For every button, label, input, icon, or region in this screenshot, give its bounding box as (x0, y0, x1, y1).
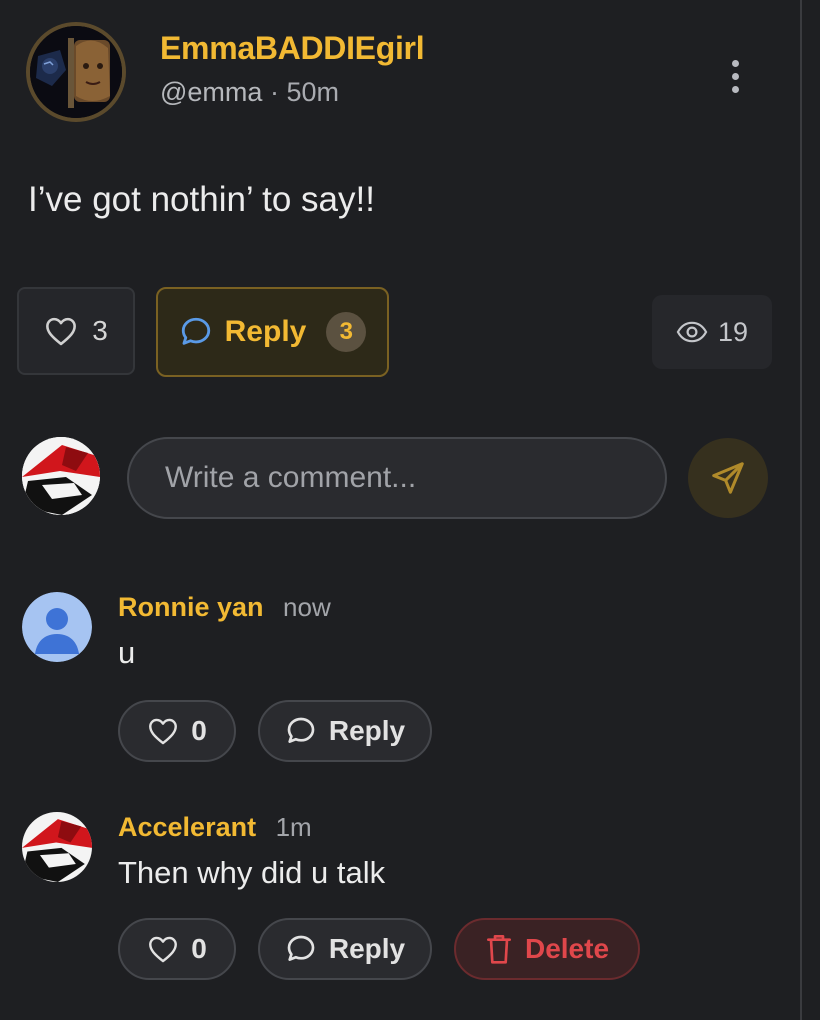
comment-time: now (283, 592, 331, 622)
like-count: 3 (92, 315, 108, 346)
chat-bubble-icon (181, 317, 210, 345)
comment-input[interactable] (127, 437, 667, 519)
comment-delete-button[interactable]: Delete (454, 918, 640, 980)
comment-text: Then why did u talk (118, 855, 386, 890)
comment-delete-label: Delete (524, 933, 610, 964)
post-text: I’ve got nothin’ to say!! (28, 180, 375, 219)
views-count: 19 (717, 316, 749, 347)
comment-like-count: 0 (191, 715, 207, 746)
comment-composer (22, 437, 772, 519)
current-user-avatar[interactable] (22, 437, 100, 515)
commenter-name[interactable]: Accelerant (118, 812, 256, 842)
like-button[interactable]: 3 (17, 287, 135, 375)
default-user-avatar (22, 592, 92, 662)
comment-actions: 0 Reply (118, 700, 432, 762)
meta-separator: · (269, 77, 279, 107)
comment-like-button[interactable]: 0 (118, 918, 236, 980)
trash-icon (486, 935, 511, 964)
author-avatar[interactable] (26, 22, 126, 122)
more-vertical-icon[interactable] (728, 60, 742, 93)
send-button[interactable] (688, 438, 768, 518)
heart-icon (46, 317, 77, 346)
comment-like-count: 0 (191, 933, 207, 964)
author-block: EmmaBADDIEgirl @emma · 50m (160, 30, 425, 108)
comment-reply-button[interactable]: Reply (258, 700, 432, 762)
eye-icon (676, 321, 708, 343)
views-counter: 19 (652, 295, 772, 369)
comment-reply-label: Reply (328, 933, 406, 964)
post-header: EmmaBADDIEgirl @emma · 50m (26, 22, 425, 122)
comment-reply-label: Reply (328, 715, 406, 746)
comment-actions: 0 Reply Delete (118, 918, 640, 980)
comment-body: Ronnie yan now u (118, 592, 331, 671)
reply-label: Reply (224, 315, 307, 348)
comment-time: 1m (275, 812, 312, 842)
chat-bubble-icon (287, 935, 315, 961)
chat-bubble-icon (287, 717, 315, 743)
author-handle[interactable]: @emma (160, 77, 262, 107)
reply-count-badge: 3 (326, 312, 367, 352)
comment-reply-button[interactable]: Reply (258, 918, 432, 980)
heart-icon (149, 718, 178, 745)
commenter-avatar[interactable] (22, 592, 92, 662)
comment-like-button[interactable]: 0 (118, 700, 236, 762)
comment-body: Accelerant 1m Then why did u talk (118, 812, 385, 891)
author-meta: @emma · 50m (160, 77, 424, 108)
reply-button[interactable]: Reply 3 (156, 287, 389, 377)
send-icon (712, 462, 744, 494)
comment-text: u (118, 635, 136, 670)
commenter-avatar[interactable] (22, 812, 92, 882)
author-name[interactable]: EmmaBADDIEgirl (160, 30, 425, 67)
heart-icon (149, 936, 178, 963)
post-actions: 3 Reply 3 19 (17, 287, 777, 377)
post-time: 50m (286, 77, 339, 107)
commenter-name[interactable]: Ronnie yan (118, 592, 264, 622)
